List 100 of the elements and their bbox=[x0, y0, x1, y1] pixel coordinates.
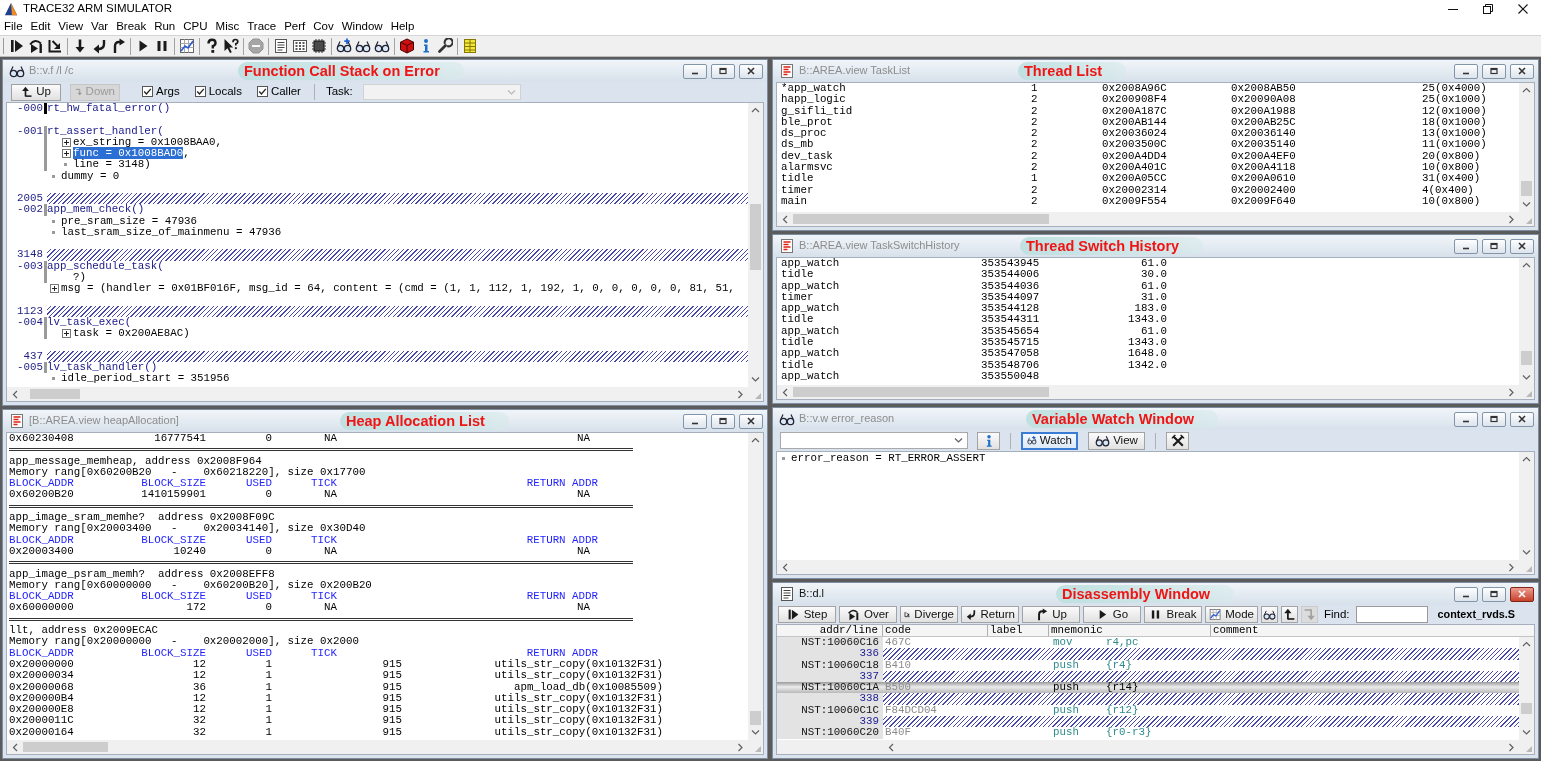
chevron-down-icon[interactable] bbox=[751, 729, 760, 736]
chevron-right-icon[interactable] bbox=[1507, 387, 1515, 397]
vertical-scrollbar[interactable] bbox=[748, 103, 763, 387]
resize-grip-icon[interactable] bbox=[754, 745, 762, 753]
menu-item[interactable]: Edit bbox=[30, 19, 51, 34]
column-header[interactable]: label bbox=[988, 625, 1049, 636]
list-icon[interactable] bbox=[272, 38, 289, 54]
over-button[interactable]: Over bbox=[839, 606, 897, 623]
up-button[interactable]: Up bbox=[11, 83, 61, 101]
chevron-up-icon[interactable] bbox=[1522, 87, 1531, 94]
vertical-scrollbar[interactable] bbox=[1519, 83, 1534, 212]
close-button[interactable] bbox=[1510, 63, 1534, 79]
grid-chart-icon[interactable] bbox=[178, 38, 195, 54]
resize-grip-icon[interactable] bbox=[1525, 745, 1533, 753]
chevron-down-icon[interactable] bbox=[1522, 549, 1531, 556]
pointer-question-icon[interactable] bbox=[222, 38, 239, 54]
resize-grip-icon[interactable] bbox=[1525, 390, 1533, 398]
chevron-left-icon[interactable] bbox=[11, 389, 19, 399]
horizontal-scrollbar[interactable] bbox=[777, 560, 1519, 574]
menu-item[interactable]: Break bbox=[116, 19, 147, 34]
menu-item[interactable]: Run bbox=[154, 19, 176, 34]
view-button[interactable]: View bbox=[1088, 431, 1145, 450]
menu-item[interactable]: Var bbox=[91, 19, 109, 34]
function-name[interactable]: app_schedule_task( bbox=[47, 260, 164, 272]
triangle-arc-icon[interactable] bbox=[27, 38, 44, 54]
function-name[interactable]: lv_task_exec( bbox=[47, 316, 132, 328]
expand-box-icon[interactable] bbox=[62, 137, 71, 147]
glasses-icon[interactable] bbox=[354, 38, 371, 54]
chevron-right-icon[interactable] bbox=[736, 742, 744, 752]
return-button[interactable]: Return bbox=[961, 606, 1019, 623]
scrollbar-thumb[interactable] bbox=[750, 204, 761, 271]
window-title-bar[interactable]: B::d.l Disassembly Window bbox=[773, 583, 1538, 605]
watch-button[interactable]: Watch bbox=[1021, 431, 1078, 450]
bar-triangle-icon[interactable] bbox=[8, 38, 25, 54]
scrollbar-thumb[interactable] bbox=[23, 742, 109, 752]
step-button[interactable]: Step bbox=[778, 606, 836, 623]
chevron-up-icon[interactable] bbox=[751, 107, 760, 114]
chevron-up-icon[interactable] bbox=[1522, 456, 1531, 463]
variable-text[interactable]: idle_period_start = 351956 bbox=[61, 373, 230, 385]
expand-box-icon[interactable] bbox=[50, 284, 59, 294]
expand-box-icon[interactable] bbox=[62, 329, 71, 339]
variable-text[interactable]: pre_sram_size = 47936 bbox=[61, 215, 198, 227]
maximize-button[interactable] bbox=[1482, 411, 1506, 427]
checkbox[interactable]: Args bbox=[142, 85, 180, 99]
argument-text[interactable]: ?) bbox=[73, 271, 86, 283]
argument-text[interactable]: line = 3148) bbox=[73, 159, 151, 171]
restore-icon[interactable] bbox=[1483, 4, 1493, 14]
diverge-button[interactable]: Diverge bbox=[900, 606, 958, 623]
chevron-right-icon[interactable] bbox=[1507, 214, 1515, 224]
scrollbar-thumb[interactable] bbox=[793, 387, 1049, 397]
horizontal-scrollbar[interactable] bbox=[7, 740, 748, 754]
argument-text[interactable]: task = 0x200AE8AC) bbox=[73, 328, 190, 340]
resize-grip-icon[interactable] bbox=[754, 392, 762, 400]
info-button[interactable] bbox=[977, 431, 1000, 450]
chevron-left-icon[interactable] bbox=[11, 742, 19, 752]
chevron-left-icon[interactable] bbox=[887, 742, 895, 752]
menu-item[interactable]: Help bbox=[390, 19, 415, 34]
menu-item[interactable]: Misc bbox=[215, 19, 240, 34]
menu-item[interactable]: Cov bbox=[313, 19, 334, 34]
chevron-down-icon[interactable] bbox=[1522, 201, 1531, 208]
instruction-row[interactable]: NST:10060C20 B40F push {r0-r3} bbox=[777, 727, 1519, 739]
chevron-down-icon[interactable] bbox=[1522, 729, 1531, 736]
mode-button[interactable]: Mode bbox=[1205, 606, 1258, 623]
close-button[interactable] bbox=[1510, 238, 1534, 254]
instruction-row[interactable]: NST:10060C18 B410 push {r4} bbox=[777, 659, 1519, 671]
function-name[interactable]: rt_hw_fatal_error() bbox=[47, 103, 171, 115]
instruction-row[interactable]: NST:10060C1A B500 push {r14} bbox=[777, 682, 1519, 694]
close-button[interactable] bbox=[739, 413, 763, 429]
close-button[interactable] bbox=[1510, 411, 1534, 427]
menu-item[interactable]: Perf bbox=[284, 19, 306, 34]
maximize-button[interactable] bbox=[711, 63, 735, 79]
maximize-button[interactable] bbox=[1482, 63, 1506, 79]
vertical-scrollbar[interactable] bbox=[1519, 258, 1534, 385]
table-grid-icon[interactable] bbox=[461, 38, 478, 54]
horizontal-scrollbar[interactable] bbox=[777, 212, 1519, 226]
vertical-scrollbar[interactable] bbox=[1519, 637, 1534, 740]
close-button[interactable] bbox=[1510, 586, 1534, 602]
variable-text[interactable]: last_sram_size_of_mainmenu = 47936 bbox=[61, 226, 282, 238]
chevron-down-icon[interactable] bbox=[1522, 374, 1531, 381]
maximize-button[interactable] bbox=[711, 413, 735, 429]
chevron-down-icon[interactable] bbox=[751, 376, 760, 383]
column-header[interactable]: code bbox=[883, 625, 988, 636]
column-header[interactable]: addr/line bbox=[777, 625, 883, 636]
view-button[interactable] bbox=[1261, 606, 1278, 623]
close-button[interactable] bbox=[739, 63, 763, 79]
chevron-right-icon[interactable] bbox=[736, 389, 744, 399]
horizontal-scrollbar[interactable] bbox=[777, 385, 1519, 399]
vertical-scrollbar[interactable] bbox=[748, 433, 763, 740]
chip-icon[interactable] bbox=[310, 38, 327, 54]
break-button[interactable]: Break bbox=[1144, 606, 1202, 623]
clear-button[interactable] bbox=[1166, 431, 1189, 450]
argument-text[interactable]: ex_string = 0x1008BAA0, bbox=[73, 136, 223, 148]
checkbox[interactable]: Caller bbox=[256, 85, 301, 99]
menu-item[interactable]: View bbox=[58, 19, 84, 34]
chevron-left-icon[interactable] bbox=[781, 214, 789, 224]
variable-text[interactable]: msg = (handler = 0x01BF016F, msg_id = 64, content = (cmd = (1, 1, 112, 1, 192, 1, 0, 0, 0, 0, 0, 81, 51, bbox=[61, 283, 735, 295]
find-field[interactable] bbox=[1355, 606, 1428, 623]
function-name[interactable]: rt_assert_handler( bbox=[47, 125, 164, 137]
chevron-right-icon[interactable] bbox=[1507, 742, 1515, 752]
scrollbar-thumb[interactable] bbox=[1521, 703, 1532, 715]
